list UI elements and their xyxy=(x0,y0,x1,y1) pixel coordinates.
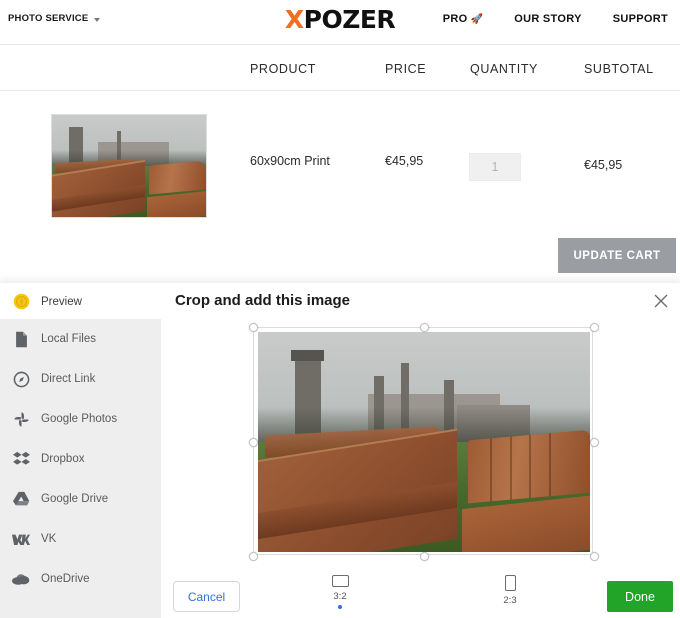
crop-handle-bottom-right[interactable] xyxy=(590,552,599,561)
sidebar-label-google-drive: Google Drive xyxy=(41,493,109,505)
nav-item-pro[interactable]: PRO 🚀 xyxy=(443,13,484,25)
sidebar-item-dropbox[interactable]: Dropbox xyxy=(0,439,161,479)
site-header: PHOTO SERVICE XPOZER PRO 🚀 OUR STORY SUP… xyxy=(0,0,680,45)
product-thumbnail[interactable] xyxy=(51,114,207,218)
photo-bench-seat xyxy=(462,494,590,552)
sidebar-label-onedrive: OneDrive xyxy=(41,573,90,585)
sidebar-item-google-photos[interactable]: Google Photos xyxy=(0,399,161,439)
aspect-ratio-3-2[interactable]: 3:2 xyxy=(315,575,365,609)
column-header-quantity: QUANTITY xyxy=(470,62,538,76)
onedrive-icon xyxy=(12,570,30,588)
crop-handle-top-right[interactable] xyxy=(590,323,599,332)
link-compass-icon xyxy=(12,370,30,388)
nav-label-pro: PRO xyxy=(442,13,468,25)
google-photos-icon xyxy=(12,410,30,428)
cart-table-header: PRODUCT PRICE QUANTITY SUBTOTAL xyxy=(0,46,680,91)
sidebar-label-direct-link: Direct Link xyxy=(41,373,96,385)
crop-handle-top-center[interactable] xyxy=(420,323,429,332)
crop-handle-middle-right[interactable] xyxy=(590,438,599,447)
photo-tower-roof xyxy=(291,349,325,361)
photo-bench-slat xyxy=(529,435,532,499)
thumbnail-photo xyxy=(52,115,206,217)
preview-icon xyxy=(12,293,30,311)
sidebar-label-vk: VK xyxy=(41,533,57,545)
aspect-ratio-unselected-dot xyxy=(508,609,512,613)
modal-title: Crop and add this image xyxy=(175,292,351,309)
photo-bench-slat xyxy=(549,433,552,497)
aspect-ratio-2-3[interactable]: 2:3 xyxy=(485,575,535,613)
quantity-input[interactable]: 1 xyxy=(469,153,521,181)
update-cart-button[interactable]: UPDATE CART xyxy=(558,238,676,273)
main-navigation: PRO 🚀 OUR STORY SUPPORT xyxy=(443,13,668,25)
crop-area[interactable] xyxy=(249,323,599,561)
file-icon xyxy=(12,330,30,348)
cancel-button[interactable]: Cancel xyxy=(173,581,240,612)
photo-bench xyxy=(451,430,590,552)
column-header-product: PRODUCT xyxy=(250,62,317,76)
sidebar-label-dropbox: Dropbox xyxy=(41,453,85,465)
sidebar-item-vk[interactable]: VK xyxy=(0,519,161,559)
crop-handle-middle-left[interactable] xyxy=(249,438,258,447)
column-header-price: PRICE xyxy=(385,62,427,76)
sidebar-label-local-files: Local Files xyxy=(41,333,96,345)
sidebar-label-preview: Preview xyxy=(41,295,82,308)
sidebar-item-local-files[interactable]: Local Files xyxy=(0,319,161,359)
landscape-rectangle-icon xyxy=(331,575,349,587)
crop-handle-bottom-left[interactable] xyxy=(249,552,258,561)
table-row: 60x90cm Print €45,95 €45,95 xyxy=(0,92,680,232)
crop-handle-bottom-center[interactable] xyxy=(420,552,429,561)
done-button[interactable]: Done xyxy=(607,581,673,612)
crop-image xyxy=(258,332,590,552)
photo-service-dropdown[interactable]: PHOTO SERVICE xyxy=(8,13,101,24)
google-drive-icon xyxy=(12,490,30,508)
sidebar-item-preview[interactable]: Preview xyxy=(0,284,161,319)
crop-handle-top-left[interactable] xyxy=(249,323,258,332)
portrait-rectangle-icon xyxy=(504,575,516,591)
sidebar-item-direct-link[interactable]: Direct Link xyxy=(0,359,161,399)
cell-product-name: 60x90cm Print xyxy=(250,154,330,168)
dropbox-icon xyxy=(12,450,30,468)
vk-icon xyxy=(12,530,30,548)
chevron-down-icon xyxy=(94,17,101,22)
logo-text: POZER xyxy=(303,5,396,34)
photo-bench-slat xyxy=(509,436,512,501)
photo-bench-slat xyxy=(490,438,493,502)
rocket-icon: 🚀 xyxy=(470,13,484,25)
sidebar-label-google-photos: Google Photos xyxy=(41,413,118,425)
modal-source-sidebar: Preview Local Files Direct Link Google P… xyxy=(0,284,161,618)
aspect-ratio-label-3-2: 3:2 xyxy=(333,591,347,602)
cell-subtotal: €45,95 xyxy=(584,158,623,172)
nav-item-support[interactable]: SUPPORT xyxy=(613,13,668,25)
cell-price: €45,95 xyxy=(385,154,424,168)
photo-bench-back xyxy=(149,160,206,195)
sidebar-item-onedrive[interactable]: OneDrive xyxy=(0,559,161,599)
logo-x-letter: X xyxy=(284,5,304,34)
photo-bench-back xyxy=(468,430,590,504)
close-icon[interactable] xyxy=(651,291,671,311)
sidebar-item-google-drive[interactable]: Google Drive xyxy=(0,479,161,519)
crop-photo xyxy=(258,332,590,552)
photo-service-label: PHOTO SERVICE xyxy=(8,13,89,24)
aspect-ratio-label-2-3: 2:3 xyxy=(503,595,517,606)
column-header-subtotal: SUBTOTAL xyxy=(584,62,654,76)
photo-bench xyxy=(141,160,206,217)
nav-item-our-story[interactable]: OUR STORY xyxy=(514,13,582,25)
xpozer-logo[interactable]: XPOZER xyxy=(284,5,396,34)
aspect-ratio-selected-dot xyxy=(338,605,342,609)
photo-bench-seat xyxy=(146,190,206,217)
